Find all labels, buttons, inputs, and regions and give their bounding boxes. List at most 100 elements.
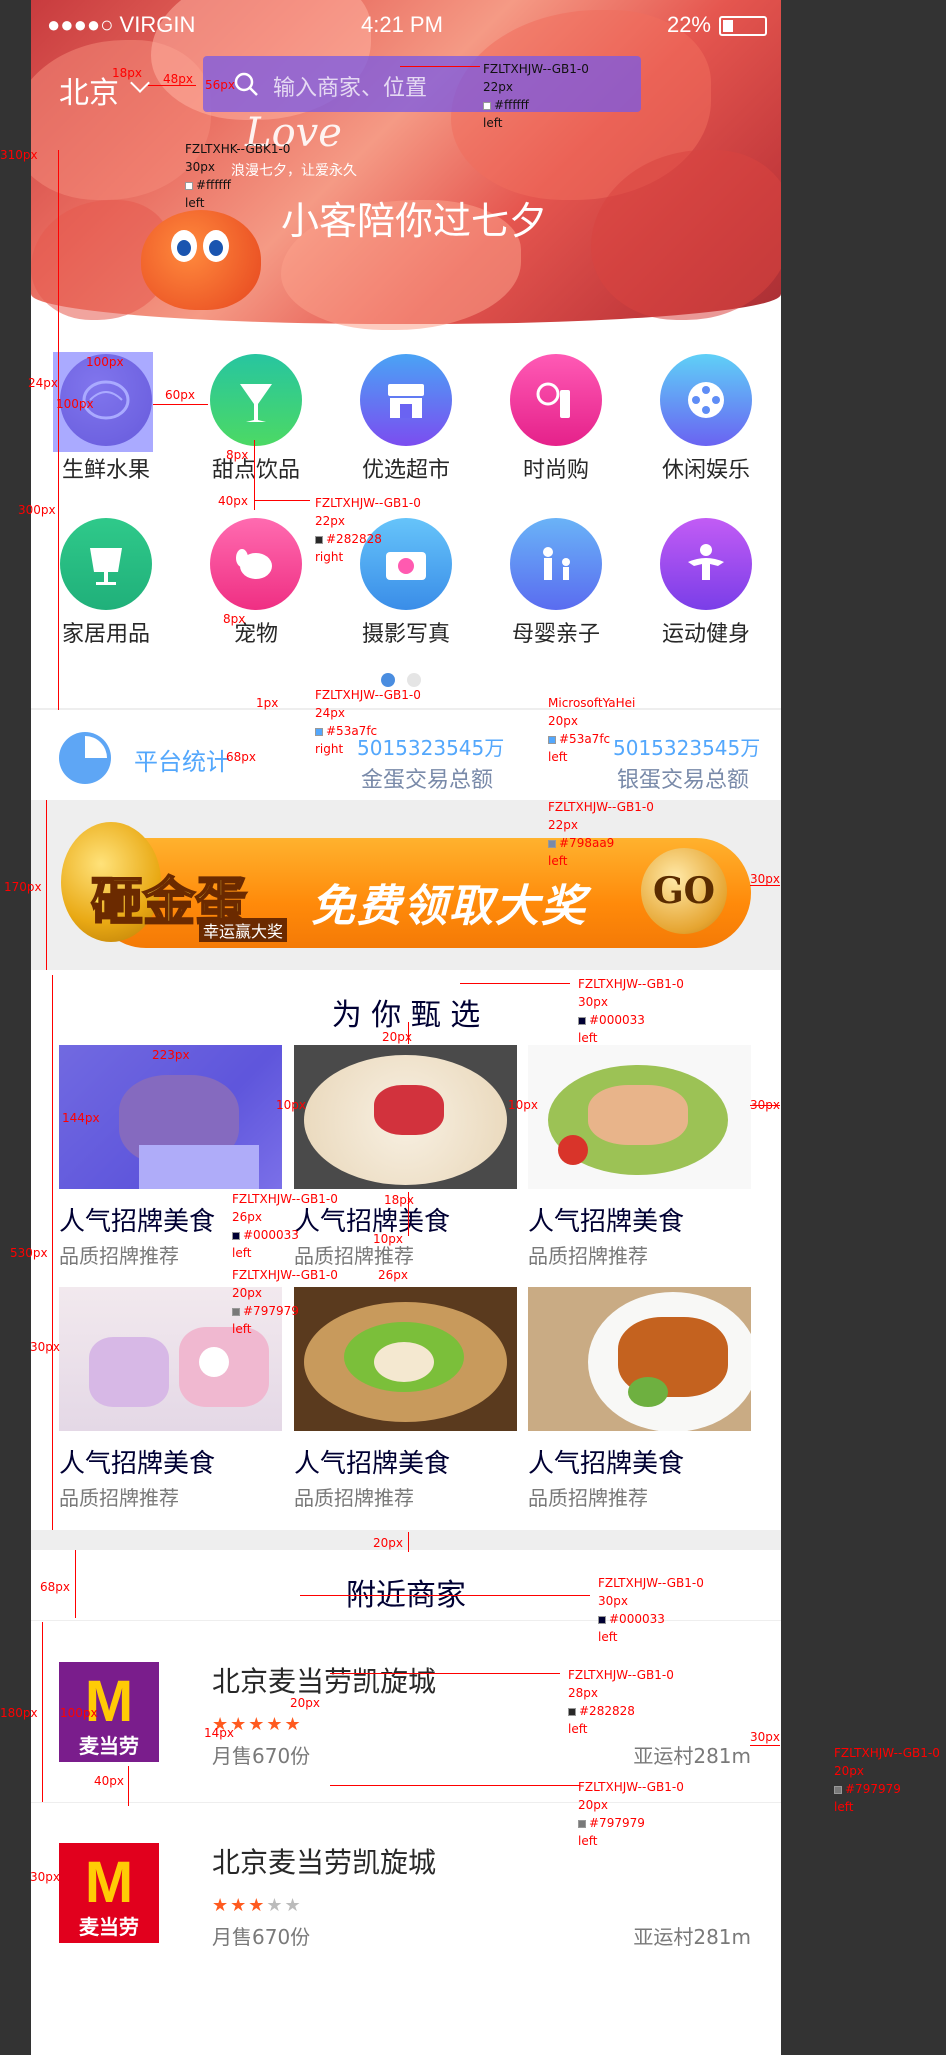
category-label: 宠物: [233, 622, 278, 647]
merchant-location: 亚运村281m: [633, 1744, 751, 1768]
category-label: 时尚购: [522, 458, 589, 483]
spec-note-search: FZLTXHJW--GB1-0 22px #ffffff left: [483, 62, 589, 130]
category-item[interactable]: 时尚购: [481, 354, 631, 484]
category-label: 运动健身: [661, 622, 750, 647]
spec-note-category: FZLTXHJW--GB1-0 22px #282828 right: [315, 496, 421, 564]
spec-note-picks-title: FZLTXHJW--GB1-0 30px #000033 left: [578, 977, 684, 1045]
category-label: 母婴亲子: [511, 622, 600, 647]
spec-note-stats-label: FZLTXHJW--GB1-0 22px #798aa9 left: [548, 800, 654, 868]
measure-line: [75, 1550, 76, 1618]
mascot-image: [141, 210, 261, 310]
pick-card[interactable]: 人气招牌美食 品质招牌推荐: [528, 1045, 751, 1269]
measure-line: [128, 1766, 129, 1806]
dim-label: 100px: [60, 1706, 98, 1720]
lamp-icon: [60, 518, 152, 610]
spec-note-merchant-sales: FZLTXHJW--GB1-0 20px #797979 left: [578, 1780, 684, 1848]
category-label: 家居用品: [61, 622, 150, 647]
page-dot-active[interactable]: [381, 673, 395, 687]
category-item[interactable]: 休闲娱乐: [631, 354, 781, 484]
pick-card[interactable]: 人气招牌美食 品质招牌推荐: [528, 1287, 751, 1511]
category-item[interactable]: 母婴亲子: [481, 518, 631, 648]
dim-label: 1px: [256, 696, 279, 710]
leader-line: [255, 500, 310, 501]
category-item[interactable]: 优选超市: [331, 354, 481, 484]
dim-label: 20px: [382, 1030, 412, 1044]
dim-label: 144px: [62, 1111, 100, 1125]
clock: 4:21 PM: [361, 12, 443, 37]
dim-label: 68px: [40, 1580, 70, 1594]
golden-arches-icon: M: [84, 1669, 134, 1734]
merchant-name: 北京麦当劳凯旋城: [212, 1665, 437, 1698]
category-item[interactable]: 宠物: [181, 518, 331, 648]
spec-note-stats-title: FZLTXHJW--GB1-0 24px #53a7fc right: [315, 688, 421, 756]
category-label: 摄影写真: [361, 622, 450, 647]
dim-label: 20px: [290, 1696, 320, 1710]
card-subtitle: 品质招牌推荐: [528, 1486, 648, 1510]
measure-line: [153, 404, 208, 405]
dim-label: 24px: [28, 376, 58, 390]
search-placeholder[interactable]: 输入商家、位置: [273, 70, 427, 102]
section-gap: [31, 1530, 781, 1550]
dim-label: 180px: [0, 1706, 38, 1720]
category-label: 甜点饮品: [211, 458, 300, 483]
category-label: 生鲜水果: [61, 458, 150, 483]
measure-line: [46, 800, 47, 970]
promo-text: 免费领取大奖: [311, 881, 587, 932]
golden-arches-icon: M: [84, 1850, 134, 1915]
dim-label: 30px: [750, 1098, 780, 1112]
dim-label: 310px: [0, 148, 38, 162]
card-title: 人气招牌美食: [59, 1449, 216, 1479]
leader-line: [330, 1673, 560, 1674]
dim-label: 48px: [163, 72, 193, 86]
card-subtitle: 品质招牌推荐: [528, 1244, 648, 1268]
dim-label: 30px: [30, 1870, 60, 1884]
measure-line: [58, 150, 59, 710]
dim-label: 223px: [152, 1048, 190, 1062]
page-dot[interactable]: [407, 673, 421, 687]
city-selector[interactable]: 北京: [59, 68, 119, 112]
dim-label: 14px: [204, 1726, 234, 1740]
spec-note-merchant-name: FZLTXHJW--GB1-0 28px #282828 left: [568, 1668, 674, 1736]
carrier-label: ●●●●○ VIRGIN: [47, 12, 196, 37]
dim-label: 30px: [750, 1730, 780, 1744]
logo-text: 麦当劳: [79, 1915, 139, 1939]
parent-child-icon: [510, 518, 602, 610]
go-button[interactable]: GO: [641, 848, 727, 934]
measure-line: [42, 1622, 43, 1802]
spec-note-nearby-title: FZLTXHJW--GB1-0 30px #000033 left: [598, 1576, 704, 1644]
battery-icon: [719, 16, 767, 36]
dim-label: 40px: [94, 1774, 124, 1788]
search-icon: [234, 72, 258, 96]
leader-line: [460, 983, 570, 984]
dim-label: 68px: [226, 750, 256, 764]
leader-line: [400, 66, 480, 67]
stat-label: 金蛋交易总额: [361, 768, 494, 793]
dim-label: 10px: [373, 1232, 403, 1246]
spec-note-card-title: FZLTXHJW--GB1-0 26px #000033 left: [232, 1192, 338, 1260]
spec-note-city: FZLTXHK--GBK1-0 30px #ffffff left: [185, 142, 291, 210]
banner-slogan: 小客陪你过七夕: [281, 199, 548, 243]
card-title: 人气招牌美食: [528, 1207, 685, 1237]
category-item[interactable]: 甜点饮品: [181, 354, 331, 484]
promo-banner[interactable]: 砸金蛋 幸运赢大奖 免费领取大奖 GO: [31, 800, 781, 970]
leader-line: [330, 1785, 580, 1786]
leader-line: [300, 1595, 590, 1596]
dim-label: 40px: [218, 494, 248, 508]
spec-note-merchant-location: FZLTXHJW--GB1-0 20px #797979 left: [834, 1746, 940, 1814]
card-subtitle: 品质招牌推荐: [294, 1486, 414, 1510]
food-image: [528, 1045, 751, 1189]
dim-label: 26px: [378, 1268, 408, 1282]
spec-note-stats-value: MicrosoftYaHei 20px #53a7fc left: [548, 696, 636, 764]
dim-label: 8px: [223, 612, 246, 626]
dim-label: 170px: [4, 880, 42, 894]
food-image: [294, 1045, 517, 1189]
monthly-sales: 月售670份: [212, 1744, 311, 1768]
category-item[interactable]: 家居用品: [31, 518, 181, 648]
dim-label: 56px: [205, 78, 235, 92]
dim-label: 8px: [226, 448, 249, 462]
drink-icon: [210, 354, 302, 446]
dim-label: 30px: [750, 872, 780, 886]
dim-label: 10px: [508, 1098, 538, 1112]
spec-note-card-sub: FZLTXHJW--GB1-0 20px #797979 left: [232, 1268, 338, 1336]
category-item[interactable]: 运动健身: [631, 518, 781, 648]
